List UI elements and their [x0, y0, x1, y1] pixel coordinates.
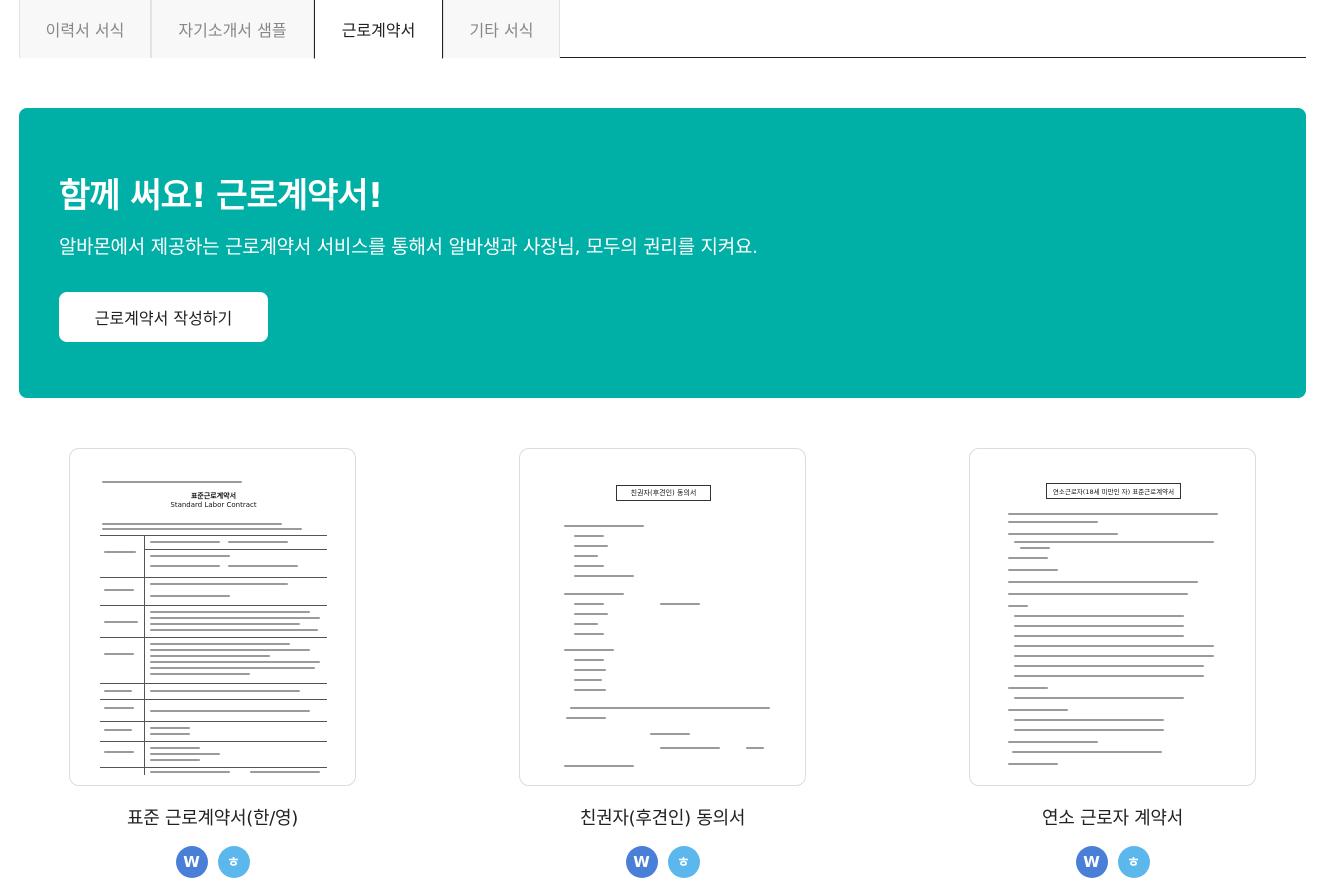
doc-title: 친권자(후견인) 동의서 [615, 485, 712, 501]
tab-labor-contract[interactable]: 근로계약서 [314, 0, 443, 59]
document-preview: 연소근로자(18세 미만인 자) 표준근로계약서 [1000, 477, 1227, 777]
hwp-download-icon[interactable]: ㅎ [1117, 846, 1150, 878]
hwp-download-icon[interactable]: ㅎ [217, 846, 250, 878]
form-card-title[interactable]: 연소 근로자 계약서 [969, 804, 1256, 830]
tab-resume-forms[interactable]: 이력서 서식 [19, 0, 151, 58]
form-card-title[interactable]: 표준 근로계약서(한/영) [69, 804, 356, 830]
form-card-minor-worker-contract: 연소근로자(18세 미만인 자) 표준근로계약서 연소 근로자 계약서 W ㅎ [969, 448, 1256, 878]
labor-contract-banner: 함께 써요! 근로계약서! 알바몬에서 제공하는 근로계약서 서비스를 통해서 … [19, 108, 1306, 398]
form-card-guardian-consent: 친권자(후견인) 동의서 친권자(후견인) 동의서 W ㅎ [519, 448, 806, 878]
word-download-icon[interactable]: W [1075, 846, 1108, 878]
document-preview: 표준근로계약서 Standard Labor Contract [100, 477, 327, 777]
document-preview: 친권자(후견인) 동의서 [550, 477, 777, 777]
hwp-download-icon[interactable]: ㅎ [667, 846, 700, 878]
download-icons: W ㅎ [969, 846, 1256, 878]
download-icons: W ㅎ [519, 846, 806, 878]
word-download-icon[interactable]: W [175, 846, 208, 878]
form-card-standard-contract: 표준근로계약서 Standard Labor Contract 표준 근로계약서… [69, 448, 356, 878]
tab-other-forms[interactable]: 기타 서식 [443, 0, 560, 58]
banner-title: 함께 써요! 근로계약서! [59, 176, 383, 216]
write-contract-button[interactable]: 근로계약서 작성하기 [59, 292, 268, 342]
download-icons: W ㅎ [69, 846, 356, 878]
form-thumbnail[interactable]: 연소근로자(18세 미만인 자) 표준근로계약서 [969, 448, 1256, 786]
doc-title: 연소근로자(18세 미만인 자) 표준근로계약서 [1045, 483, 1182, 499]
form-thumbnail[interactable]: 표준근로계약서 Standard Labor Contract [69, 448, 356, 786]
form-thumbnail[interactable]: 친권자(후견인) 동의서 [519, 448, 806, 786]
tab-bar: 이력서 서식 자기소개서 샘플 근로계약서 기타 서식 [19, 0, 1306, 59]
banner-subtitle: 알바몬에서 제공하는 근로계약서 서비스를 통해서 알바생과 사장님, 모두의 … [59, 236, 758, 258]
doc-title: 표준근로계약서 [190, 492, 237, 500]
tab-cover-letter-samples[interactable]: 자기소개서 샘플 [151, 0, 314, 58]
word-download-icon[interactable]: W [625, 846, 658, 878]
doc-subtitle: Standard Labor Contract [170, 501, 257, 509]
form-card-title[interactable]: 친권자(후견인) 동의서 [519, 804, 806, 830]
